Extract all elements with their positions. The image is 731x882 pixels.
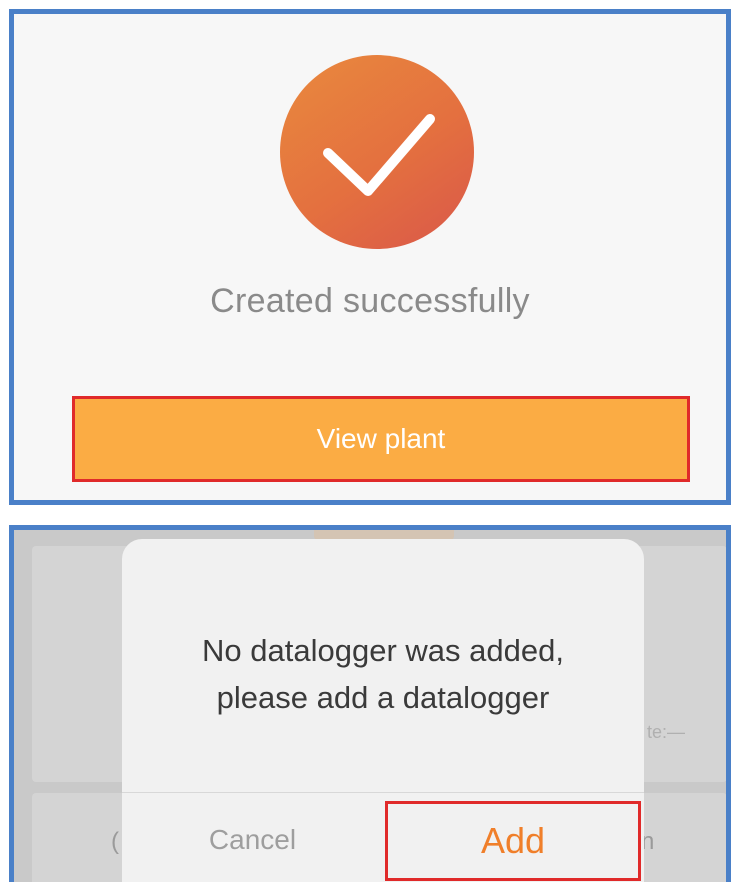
dialog-panel: te:— ( n No datalogger was added, please… [9,525,731,882]
cancel-button[interactable]: Cancel [122,793,383,882]
success-badge [280,55,474,249]
view-plant-button[interactable]: View plant [72,396,690,482]
no-datalogger-dialog: No datalogger was added, please add a da… [122,539,644,882]
dialog-message-line-1: No datalogger was added, [202,633,564,668]
add-datalogger-button[interactable]: Add [385,801,641,881]
checkmark-icon [323,114,435,196]
dialog-message: No datalogger was added, please add a da… [122,627,644,721]
success-panel: Created successfully View plant [9,9,731,505]
background-date-fragment: te:— [647,722,686,742]
background-tab-indicator [314,530,454,540]
dialog-message-line-2: please add a datalogger [216,680,550,715]
background-left-fragment: ( [111,828,119,855]
success-message: Created successfully [210,282,530,320]
